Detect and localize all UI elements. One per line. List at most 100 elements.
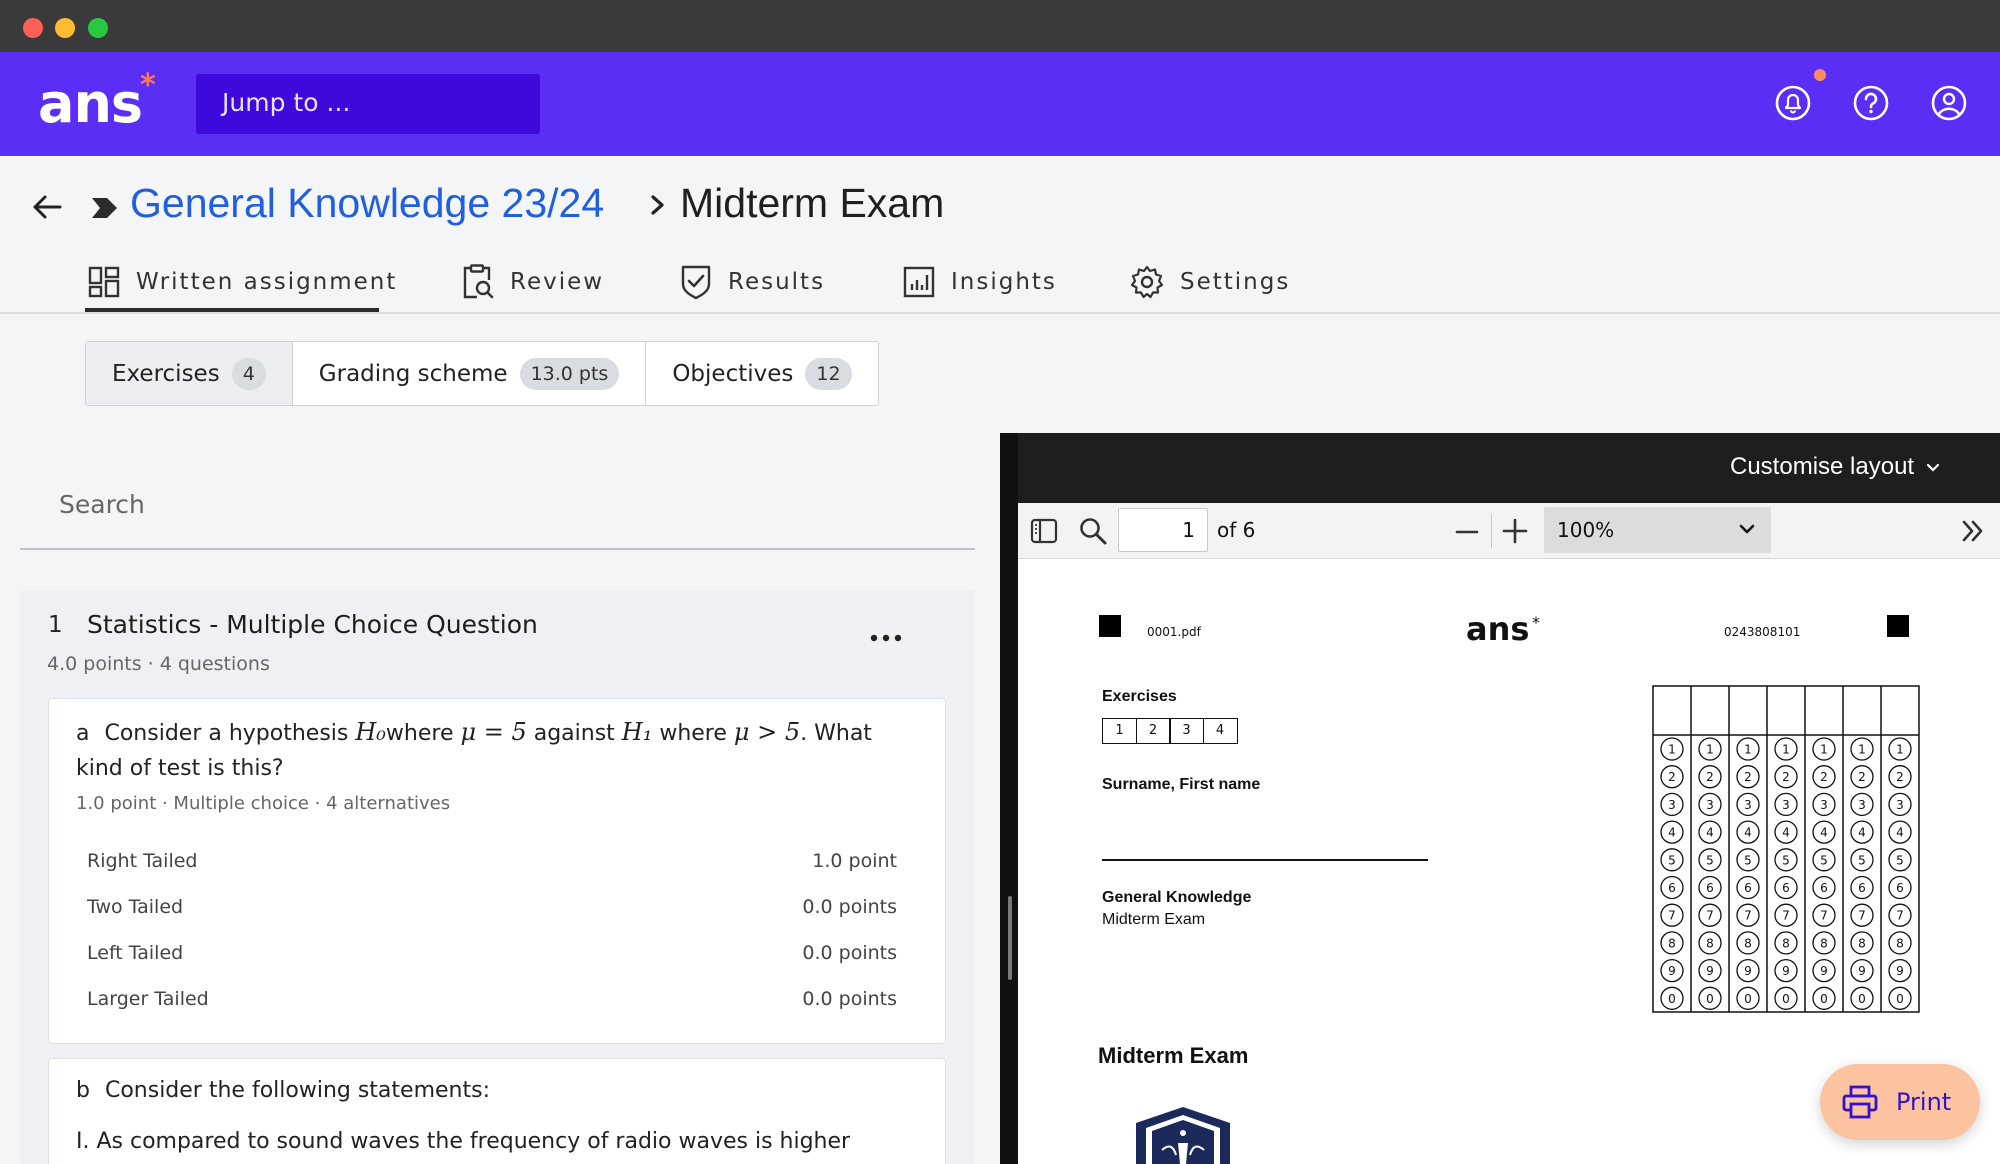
answer-bubble-digit: 5 xyxy=(1820,853,1828,867)
chevron-down-icon xyxy=(1739,524,1755,534)
back-arrow-icon[interactable] xyxy=(30,190,64,224)
answer-bubble-digit: 3 xyxy=(1858,798,1866,812)
jump-to-input[interactable]: Jump to ... xyxy=(196,74,540,134)
tab-written-assignment[interactable]: Written assignment xyxy=(88,252,397,312)
answer-bubble-digit: 3 xyxy=(1706,798,1714,812)
answer-bubble-digit: 1 xyxy=(1744,743,1752,757)
zoom-value: 100% xyxy=(1557,518,1615,542)
alternative-label: Right Tailed xyxy=(87,850,198,872)
question-text-part: Consider a hypothesis xyxy=(104,721,356,746)
sidebar-toggle-icon[interactable] xyxy=(1030,517,1058,545)
alternative-row[interactable]: Two Tailed 0.0 points xyxy=(87,896,897,918)
answer-bubble-digit: 0 xyxy=(1744,992,1752,1006)
print-button[interactable]: Print xyxy=(1820,1064,1980,1140)
statement-line: I. As compared to sound waves the freque… xyxy=(76,1129,851,1154)
answer-bubble-digit: 5 xyxy=(1782,853,1790,867)
answer-bubble-digit: 3 xyxy=(1668,798,1676,812)
pdf-logo: ans xyxy=(1466,610,1530,648)
zoom-out-icon[interactable] xyxy=(1455,520,1479,544)
tab-insights[interactable]: Insights xyxy=(903,252,1057,312)
more-options-icon[interactable] xyxy=(866,628,906,648)
segment-label: Grading scheme xyxy=(318,360,508,387)
math-mu-greater: μ > 5 xyxy=(733,718,801,746)
answer-bubble-digit: 7 xyxy=(1896,909,1904,923)
alternative-row[interactable]: Larger Tailed 0.0 points xyxy=(87,988,897,1010)
customise-layout-button[interactable]: Customise layout xyxy=(1730,453,1941,481)
alternative-points: 0.0 points xyxy=(802,896,897,918)
pdf-exercise-box: 2 xyxy=(1135,718,1171,744)
page-total: of 6 xyxy=(1217,518,1256,542)
answer-bubble-digit: 8 xyxy=(1782,936,1790,950)
answer-bubble-digit: 7 xyxy=(1820,909,1828,923)
answer-bubble-digit: 6 xyxy=(1896,881,1904,895)
answer-bubble-digit: 8 xyxy=(1706,936,1714,950)
alternative-label: Two Tailed xyxy=(87,896,184,918)
question-text-part: against xyxy=(526,721,622,746)
chevron-down-icon xyxy=(1926,463,1939,472)
maximize-window-button[interactable] xyxy=(88,18,108,38)
exercise-number: 1 xyxy=(48,612,63,638)
zoom-in-icon[interactable] xyxy=(1502,518,1528,544)
tab-label: Written assignment xyxy=(136,269,398,295)
segment-objectives[interactable]: Objectives 12 xyxy=(646,342,877,405)
panel-resize-track xyxy=(1000,433,1018,1164)
pdf-exercise-box: 4 xyxy=(1202,718,1238,744)
answer-bubble-digit: 8 xyxy=(1744,936,1752,950)
answer-bubble-digit: 5 xyxy=(1668,853,1676,867)
page-number-input[interactable]: 1 xyxy=(1118,508,1208,552)
answer-bubble-digit: 1 xyxy=(1820,743,1828,757)
panel-resize-handle[interactable] xyxy=(1008,896,1012,980)
alternative-row[interactable]: Right Tailed 1.0 point xyxy=(87,850,897,872)
segment-label: Objectives xyxy=(672,360,794,387)
segment-grading-scheme[interactable]: Grading scheme 13.0 pts xyxy=(293,342,647,405)
answer-bubble-digit: 4 xyxy=(1820,826,1828,840)
answer-bubble-digit: 3 xyxy=(1820,798,1828,812)
answer-bubble-digit: 2 xyxy=(1782,770,1790,784)
shield-check-icon xyxy=(681,265,711,300)
exercise-card: 1 Statistics - Multiple Choice Question … xyxy=(20,590,975,1164)
answer-bubble-digit: 0 xyxy=(1820,992,1828,1006)
search-input[interactable]: Search xyxy=(20,470,975,550)
answer-bubble-digit: 2 xyxy=(1744,770,1752,784)
pdf-exam-name: Midterm Exam xyxy=(1102,911,1206,928)
tab-review[interactable]: Review xyxy=(460,252,604,312)
print-label: Print xyxy=(1896,1088,1952,1116)
pdf-exercise-box: 1 xyxy=(1102,718,1137,744)
answer-bubble-digit: 8 xyxy=(1820,936,1828,950)
close-window-button[interactable] xyxy=(23,18,43,38)
answer-bubble-digit: 4 xyxy=(1706,826,1714,840)
answer-bubble-digit: 5 xyxy=(1706,853,1714,867)
more-tools-icon[interactable] xyxy=(1960,518,1986,544)
pdf-student-id: 0243808101 xyxy=(1724,625,1801,639)
pdf-bubble-grid: 1 2 3 4 5 6 7 8 9 0 1 2 3 4 5 6 7 8 9 0 1 2 3 4 5 6 7 8 9 0 1 2 3 4 5 6 7 8 9 0… xyxy=(1652,685,1920,1013)
answer-bubble-digit: 1 xyxy=(1668,743,1676,757)
answer-bubble-digit: 6 xyxy=(1668,881,1676,895)
answer-bubble-digit: 3 xyxy=(1744,798,1752,812)
answer-bubble-digit: 8 xyxy=(1896,936,1904,950)
notification-bell-icon[interactable] xyxy=(1773,83,1813,123)
points-badge: 13.0 pts xyxy=(519,357,620,390)
tab-results[interactable]: Results xyxy=(680,252,825,312)
pdf-name-line xyxy=(1102,859,1428,861)
answer-bubble-digit: 3 xyxy=(1782,798,1790,812)
answer-bubble-digit: 7 xyxy=(1706,909,1714,923)
search-icon[interactable] xyxy=(1078,516,1108,546)
answer-bubble-digit: 9 xyxy=(1744,964,1752,978)
zoom-select[interactable]: 100% xyxy=(1544,507,1771,553)
segment-exercises[interactable]: Exercises 4 xyxy=(86,342,293,405)
notification-dot xyxy=(1814,69,1826,81)
alternative-row[interactable]: Left Tailed 0.0 points xyxy=(87,942,897,964)
course-chevron-icon xyxy=(92,198,117,218)
breadcrumb-course-link[interactable]: General Knowledge 23/24 xyxy=(130,180,604,227)
answer-bubble-digit: 6 xyxy=(1782,881,1790,895)
question-card-a[interactable]: a Consider a hypothesis H₀where μ = 5 ag… xyxy=(48,698,946,1044)
question-card-b[interactable]: b Consider the following statements: I. … xyxy=(48,1058,946,1164)
user-account-icon[interactable] xyxy=(1929,83,1969,123)
help-icon[interactable] xyxy=(1851,83,1891,123)
answer-bubble-digit: 1 xyxy=(1706,743,1714,757)
minimize-window-button[interactable] xyxy=(55,18,75,38)
ans-logo[interactable]: ans xyxy=(38,72,143,135)
tabs-divider xyxy=(0,312,2000,314)
pdf-corner-marker xyxy=(1099,615,1121,637)
tab-settings[interactable]: Settings xyxy=(1130,252,1290,312)
